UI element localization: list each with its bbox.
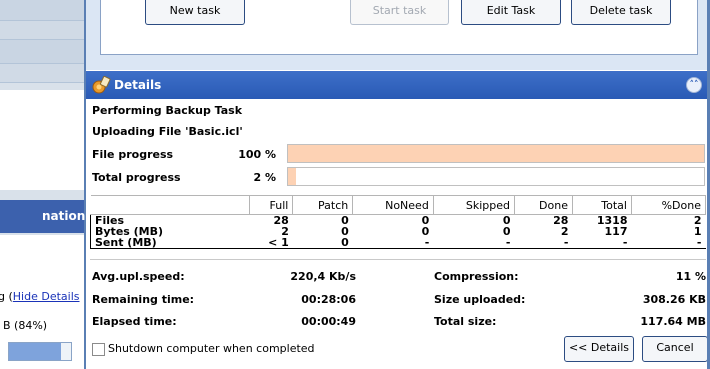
hide-details-prefix: g ( xyxy=(0,290,13,303)
total-size-label: Total size: xyxy=(434,315,497,328)
details-title: Details xyxy=(114,78,162,92)
current-file-text: Uploading File 'Basic.icl' xyxy=(92,125,243,138)
sidebar-band xyxy=(0,20,84,40)
table-row: Sent (MB) < 1 0 - - - - - xyxy=(90,237,706,249)
elapsed-time-value: 00:00:49 xyxy=(301,315,356,328)
file-progress-label: File progress xyxy=(92,148,174,161)
chevron-double-up-icon[interactable]: ˄˄ xyxy=(686,77,702,93)
stats-header-row: Full Patch NoNeed Skipped Done Total %Do… xyxy=(90,195,707,215)
divider xyxy=(90,259,706,260)
tasks-panel: New task Start task Edit Task Delete tas… xyxy=(86,0,710,70)
stats-col-patch: Patch xyxy=(292,195,354,215)
total-size-value: 117.64 MB xyxy=(640,315,706,328)
file-progress-value: 100 % xyxy=(238,148,276,161)
total-progress-label: Total progress xyxy=(92,171,181,184)
hide-details-row: g (Hide Details xyxy=(0,290,80,303)
table-cell: - xyxy=(514,237,573,249)
status-text: Performing Backup Task xyxy=(92,104,243,117)
shutdown-label[interactable]: Shutdown computer when completed xyxy=(108,342,315,355)
cancel-button[interactable]: Cancel xyxy=(642,336,708,362)
stats-table: Full Patch NoNeed Skipped Done Total %Do… xyxy=(90,195,707,249)
stats-col-noneed: NoNeed xyxy=(352,195,434,215)
sidebar-band xyxy=(0,63,84,83)
sidebar-item-label: nation xyxy=(42,209,86,223)
table-cell: - xyxy=(631,237,706,249)
sidebar-progress-bar xyxy=(8,342,72,361)
tasks-panel-inner: New task Start task Edit Task Delete tas… xyxy=(100,0,698,55)
compression-label: Compression: xyxy=(434,270,519,283)
details-panel: Performing Backup Task Uploading File 'B… xyxy=(86,99,710,369)
table-cell: < 1 xyxy=(249,237,293,249)
hide-details-link[interactable]: Hide Details xyxy=(13,290,80,303)
stats-col-done: Done xyxy=(513,195,573,215)
details-toggle-button[interactable]: << Details xyxy=(564,336,634,362)
details-header[interactable]: Details ˄˄ xyxy=(86,71,710,99)
elapsed-time-label: Elapsed time: xyxy=(92,315,177,328)
total-progress-bar xyxy=(287,167,705,186)
compression-value: 11 % xyxy=(675,270,706,283)
stats-col-total: Total xyxy=(571,195,632,215)
sidebar-blank xyxy=(0,90,84,190)
remaining-time-value: 00:28:06 xyxy=(301,293,356,306)
new-task-button[interactable]: New task xyxy=(145,0,245,25)
table-cell: 0 xyxy=(502,225,511,238)
sidebar-percent-text: B (84%) xyxy=(3,319,48,332)
table-cell: 1 xyxy=(693,225,702,238)
avg-speed-label: Avg.upl.speed: xyxy=(92,270,185,283)
start-task-button[interactable]: Start task xyxy=(350,0,449,25)
size-uploaded-value: 308.26 KB xyxy=(642,293,706,306)
table-cell: 0 xyxy=(292,237,353,249)
size-uploaded-label: Size uploaded: xyxy=(434,293,526,306)
table-cell: Sent (MB) xyxy=(90,237,249,249)
remaining-time-label: Remaining time: xyxy=(92,293,195,306)
table-cell: - xyxy=(352,237,434,249)
table-cell: - xyxy=(572,237,632,249)
shutdown-checkbox[interactable] xyxy=(92,343,105,356)
stats-col-skipped: Skipped xyxy=(432,195,515,215)
stats-col-name xyxy=(90,195,250,215)
table-cell: 0 xyxy=(421,225,430,238)
stats-col-pctdone: %Done xyxy=(630,195,707,215)
delete-task-button[interactable]: Delete task xyxy=(571,0,671,25)
avg-speed-value: 220,4 Kb/s xyxy=(290,270,356,283)
sidebar: nation g (Hide Details B (84%) xyxy=(0,0,86,369)
file-progress-bar xyxy=(287,144,705,163)
sidebar-item-selected[interactable]: nation xyxy=(0,200,86,233)
table-cell: - xyxy=(433,237,515,249)
file-progress-fill xyxy=(288,145,704,162)
edit-task-button[interactable]: Edit Task xyxy=(461,0,561,25)
sidebar-progress-fill xyxy=(9,343,62,360)
total-progress-value: 2 % xyxy=(253,171,276,184)
table-row: Bytes (MB) 2 0 0 0 2 117 1 xyxy=(91,226,706,237)
backup-window: nation g (Hide Details B (84%) New task … xyxy=(0,0,710,369)
details-icon xyxy=(90,75,112,95)
stats-col-full: Full xyxy=(248,195,294,215)
total-progress-fill xyxy=(288,168,297,185)
